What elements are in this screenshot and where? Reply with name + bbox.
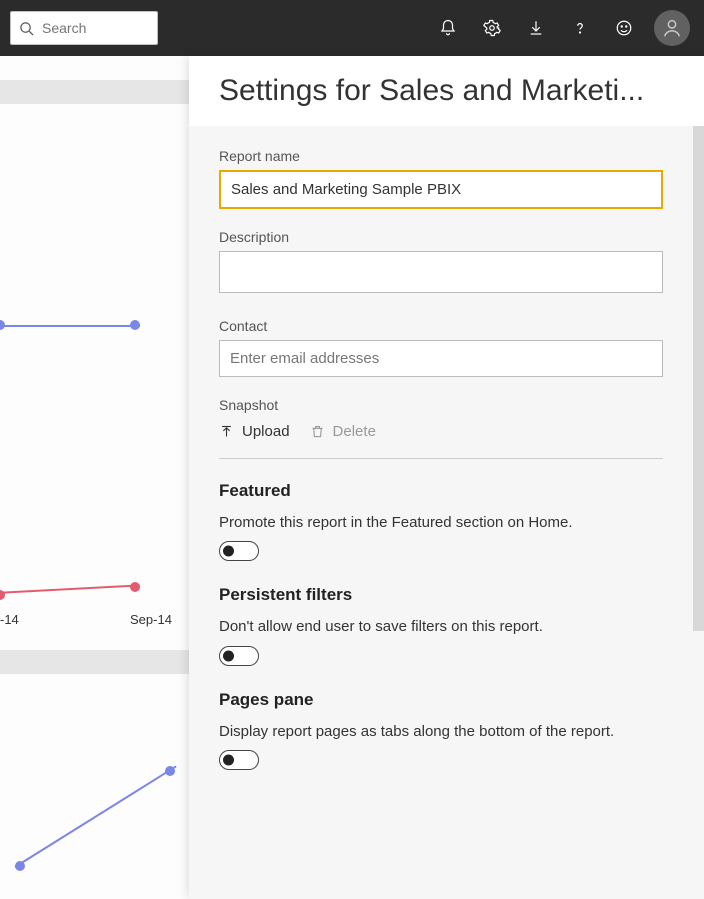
download-icon[interactable] <box>514 0 558 56</box>
panel-header: Settings for Sales and Marketi... <box>189 56 704 126</box>
description-input[interactable] <box>219 251 663 293</box>
user-avatar[interactable] <box>654 10 690 46</box>
report-name-field: Report name <box>219 148 674 209</box>
panel-body: Report name Description Contact Snapshot… <box>189 126 704 899</box>
feedback-icon[interactable] <box>602 0 646 56</box>
pages-toggle[interactable] <box>219 750 259 770</box>
search-box[interactable] <box>10 11 158 45</box>
snapshot-upload-button[interactable]: Upload <box>219 423 290 440</box>
featured-description: Promote this report in the Featured sect… <box>219 513 674 533</box>
axis-tick: -14 <box>0 612 19 627</box>
settings-icon[interactable] <box>470 0 514 56</box>
persistent-heading: Persistent filters <box>219 585 674 605</box>
persistent-description: Don't allow end user to save filters on … <box>219 617 674 637</box>
featured-heading: Featured <box>219 481 674 501</box>
top-bar <box>0 0 704 56</box>
search-icon <box>19 21 34 36</box>
pages-heading: Pages pane <box>219 690 674 710</box>
divider <box>219 458 663 459</box>
snapshot-field: Snapshot Upload Delete <box>219 397 674 440</box>
topbar-icons <box>426 0 694 56</box>
pages-pane-section: Pages pane Display report pages as tabs … <box>219 690 674 770</box>
contact-label: Contact <box>219 318 674 334</box>
report-name-input[interactable] <box>219 170 663 209</box>
persistent-toggle[interactable] <box>219 646 259 666</box>
settings-panel: Settings for Sales and Marketi... Report… <box>189 56 704 899</box>
contact-field: Contact <box>219 318 674 377</box>
pages-description: Display report pages as tabs along the b… <box>219 722 674 742</box>
help-icon[interactable] <box>558 0 602 56</box>
featured-section: Featured Promote this report in the Feat… <box>219 481 674 561</box>
axis-tick: Sep-14 <box>130 612 172 627</box>
description-field: Description <box>219 229 674 298</box>
description-label: Description <box>219 229 674 245</box>
snapshot-delete-button[interactable]: Delete <box>310 423 376 440</box>
upload-label: Upload <box>242 423 290 440</box>
delete-label: Delete <box>333 423 376 440</box>
search-input[interactable] <box>42 20 149 36</box>
upload-icon <box>219 424 234 439</box>
snapshot-label: Snapshot <box>219 397 674 413</box>
report-name-label: Report name <box>219 148 674 164</box>
contact-input[interactable] <box>219 340 663 377</box>
trash-icon <box>310 424 325 439</box>
persistent-filters-section: Persistent filters Don't allow end user … <box>219 585 674 665</box>
notifications-icon[interactable] <box>426 0 470 56</box>
panel-title: Settings for Sales and Marketi... <box>219 74 674 108</box>
featured-toggle[interactable] <box>219 541 259 561</box>
scrollbar[interactable] <box>693 126 704 631</box>
